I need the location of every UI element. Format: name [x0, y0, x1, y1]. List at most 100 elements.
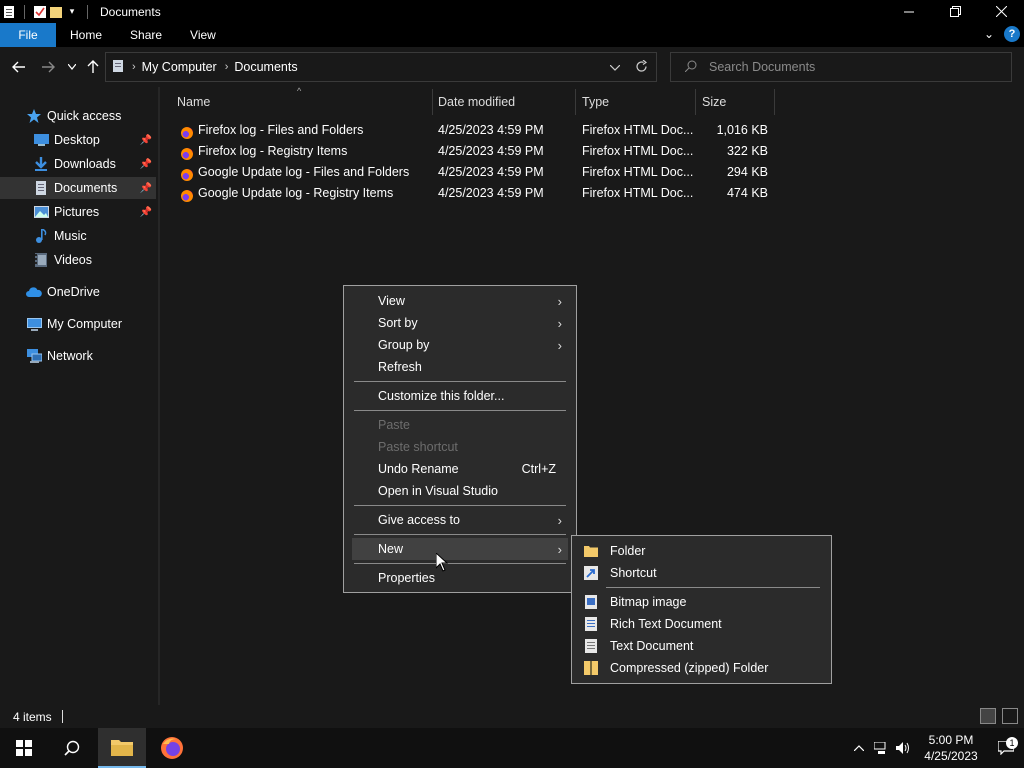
start-icon[interactable]: [0, 728, 48, 768]
new-folder-icon[interactable]: [49, 4, 63, 20]
show-hidden-icons-icon[interactable]: [848, 728, 870, 768]
pin-icon[interactable]: 📌: [140, 207, 152, 218]
column-header-name[interactable]: Name: [177, 89, 210, 115]
network-status-icon[interactable]: [870, 728, 892, 768]
menu-item-sort-by[interactable]: Sort by ›: [352, 312, 568, 334]
file-row[interactable]: Firefox log - Registry Items 4/25/2023 4…: [160, 141, 780, 162]
submenu-item-compressed-folder[interactable]: Compressed (zipped) Folder: [576, 657, 826, 679]
submenu-item-folder[interactable]: Folder: [576, 540, 826, 562]
submenu-item-rich-text-document[interactable]: Rich Text Document: [576, 613, 826, 635]
menu-separator: [354, 505, 566, 506]
search-icon[interactable]: [48, 728, 96, 768]
address-bar[interactable]: › My Computer › Documents: [105, 52, 657, 82]
keyboard-shortcut: Ctrl+Z: [521, 462, 556, 476]
column-header-date-modified[interactable]: Date modified: [438, 89, 515, 115]
recent-locations-icon[interactable]: [62, 57, 82, 77]
menu-item-customize-folder[interactable]: Customize this folder...: [352, 385, 568, 407]
sort-ascending-icon: ^: [297, 86, 302, 96]
nav-item-my-computer[interactable]: My Computer: [0, 313, 156, 335]
file-row[interactable]: Firefox log - Files and Folders 4/25/202…: [160, 120, 780, 141]
search-icon: [684, 60, 697, 75]
column-divider[interactable]: [695, 89, 696, 115]
nav-label: Pictures: [54, 205, 100, 219]
menu-item-paste: Paste: [378, 418, 410, 432]
file-size: 322 KB: [726, 144, 768, 158]
clock[interactable]: 5:00 PM 4/25/2023: [914, 732, 988, 764]
action-center-icon[interactable]: 1: [988, 737, 1024, 755]
shortcut-icon: [584, 566, 598, 580]
pin-icon[interactable]: 📌: [140, 135, 152, 146]
file-name: Google Update log - Registry Items: [198, 186, 394, 200]
submenu-item-bitmap-image[interactable]: Bitmap image: [576, 591, 826, 613]
breadcrumb-my-computer[interactable]: My Computer: [142, 60, 217, 74]
help-icon[interactable]: ?: [1004, 26, 1020, 42]
menu-item-properties[interactable]: Properties: [352, 567, 568, 589]
file-explorer-icon[interactable]: [98, 728, 146, 768]
properties-icon[interactable]: [2, 4, 16, 20]
status-bar: 4 items: [0, 705, 1024, 728]
customize-toolbar-icon[interactable]: ▾: [65, 4, 79, 20]
nav-item-pictures[interactable]: Pictures 📌: [0, 201, 156, 223]
menu-item-label: View: [378, 294, 405, 308]
tab-file[interactable]: File: [0, 23, 56, 47]
tab-share[interactable]: Share: [116, 23, 176, 47]
menu-item-group-by[interactable]: Group by ›: [352, 334, 568, 356]
submenu-item-shortcut[interactable]: Shortcut: [576, 562, 826, 584]
back-icon[interactable]: [9, 57, 29, 77]
menu-item-view[interactable]: View ›: [352, 290, 568, 312]
details-view-icon[interactable]: [980, 708, 996, 724]
column-divider[interactable]: [432, 89, 433, 115]
pin-icon[interactable]: 📌: [140, 159, 152, 170]
zip-folder-icon: [584, 661, 598, 675]
volume-icon[interactable]: [892, 728, 914, 768]
folder-icon: [584, 544, 598, 558]
cloud-icon: [26, 284, 42, 300]
ribbon-tabs: File Home Share View ⌄ ?: [0, 23, 1024, 47]
submenu-item-text-document[interactable]: Text Document: [576, 635, 826, 657]
bitmap-icon: [584, 595, 598, 609]
menu-item-refresh[interactable]: Refresh: [352, 356, 568, 378]
large-icons-view-icon[interactable]: [1002, 708, 1018, 724]
minimize-icon[interactable]: [886, 0, 932, 23]
file-type: Firefox HTML Doc...: [582, 186, 694, 200]
nav-item-downloads[interactable]: Downloads 📌: [0, 153, 156, 175]
nav-item-onedrive[interactable]: OneDrive: [0, 281, 156, 303]
nav-item-music[interactable]: Music: [0, 225, 156, 247]
firefox-icon[interactable]: [148, 728, 196, 768]
submenu-arrow-icon: ›: [557, 337, 562, 353]
tab-view[interactable]: View: [176, 23, 230, 47]
column-header-size[interactable]: Size: [702, 89, 726, 115]
menu-item-undo-rename[interactable]: Undo Rename Ctrl+Z: [352, 458, 568, 480]
column-header-type[interactable]: Type: [582, 89, 609, 115]
checklist-icon[interactable]: [33, 4, 47, 20]
nav-item-quick-access[interactable]: Quick access: [0, 105, 156, 127]
close-icon[interactable]: [978, 0, 1024, 23]
column-divider[interactable]: [575, 89, 576, 115]
menu-item-open-in-visual-studio[interactable]: Open in Visual Studio: [352, 480, 568, 502]
file-row[interactable]: Google Update log - Files and Folders 4/…: [160, 162, 780, 183]
menu-item-new[interactable]: New ›: [352, 538, 568, 560]
nav-item-videos[interactable]: Videos: [0, 249, 156, 271]
address-dropdown-icon[interactable]: [609, 60, 621, 74]
pin-icon[interactable]: 📌: [140, 183, 152, 194]
column-divider[interactable]: [774, 89, 775, 115]
quick-access-toolbar: ▾: [0, 4, 94, 20]
refresh-icon[interactable]: [635, 59, 648, 76]
search-input[interactable]: Search Documents: [670, 52, 1012, 82]
nav-item-documents[interactable]: Documents 📌: [0, 177, 156, 199]
up-icon[interactable]: [83, 57, 103, 77]
file-row[interactable]: Google Update log - Registry Items 4/25/…: [160, 183, 780, 204]
forward-icon[interactable]: [38, 57, 58, 77]
menu-item-give-access-to[interactable]: Give access to ›: [352, 509, 568, 531]
computer-icon: [26, 316, 42, 332]
expand-ribbon-icon[interactable]: ⌄: [984, 27, 994, 41]
menu-item-paste-shortcut: Paste shortcut: [378, 440, 458, 454]
context-menu: View › Sort by › Group by › Refresh Cust…: [343, 285, 577, 593]
nav-item-network[interactable]: Network: [0, 345, 156, 367]
breadcrumb-documents[interactable]: Documents: [234, 60, 297, 74]
nav-item-desktop[interactable]: Desktop 📌: [0, 129, 156, 151]
system-tray: 5:00 PM 4/25/2023 1: [848, 728, 1024, 768]
restore-icon[interactable]: [932, 0, 978, 23]
submenu-item-label: Folder: [610, 544, 646, 558]
tab-home[interactable]: Home: [56, 23, 116, 47]
